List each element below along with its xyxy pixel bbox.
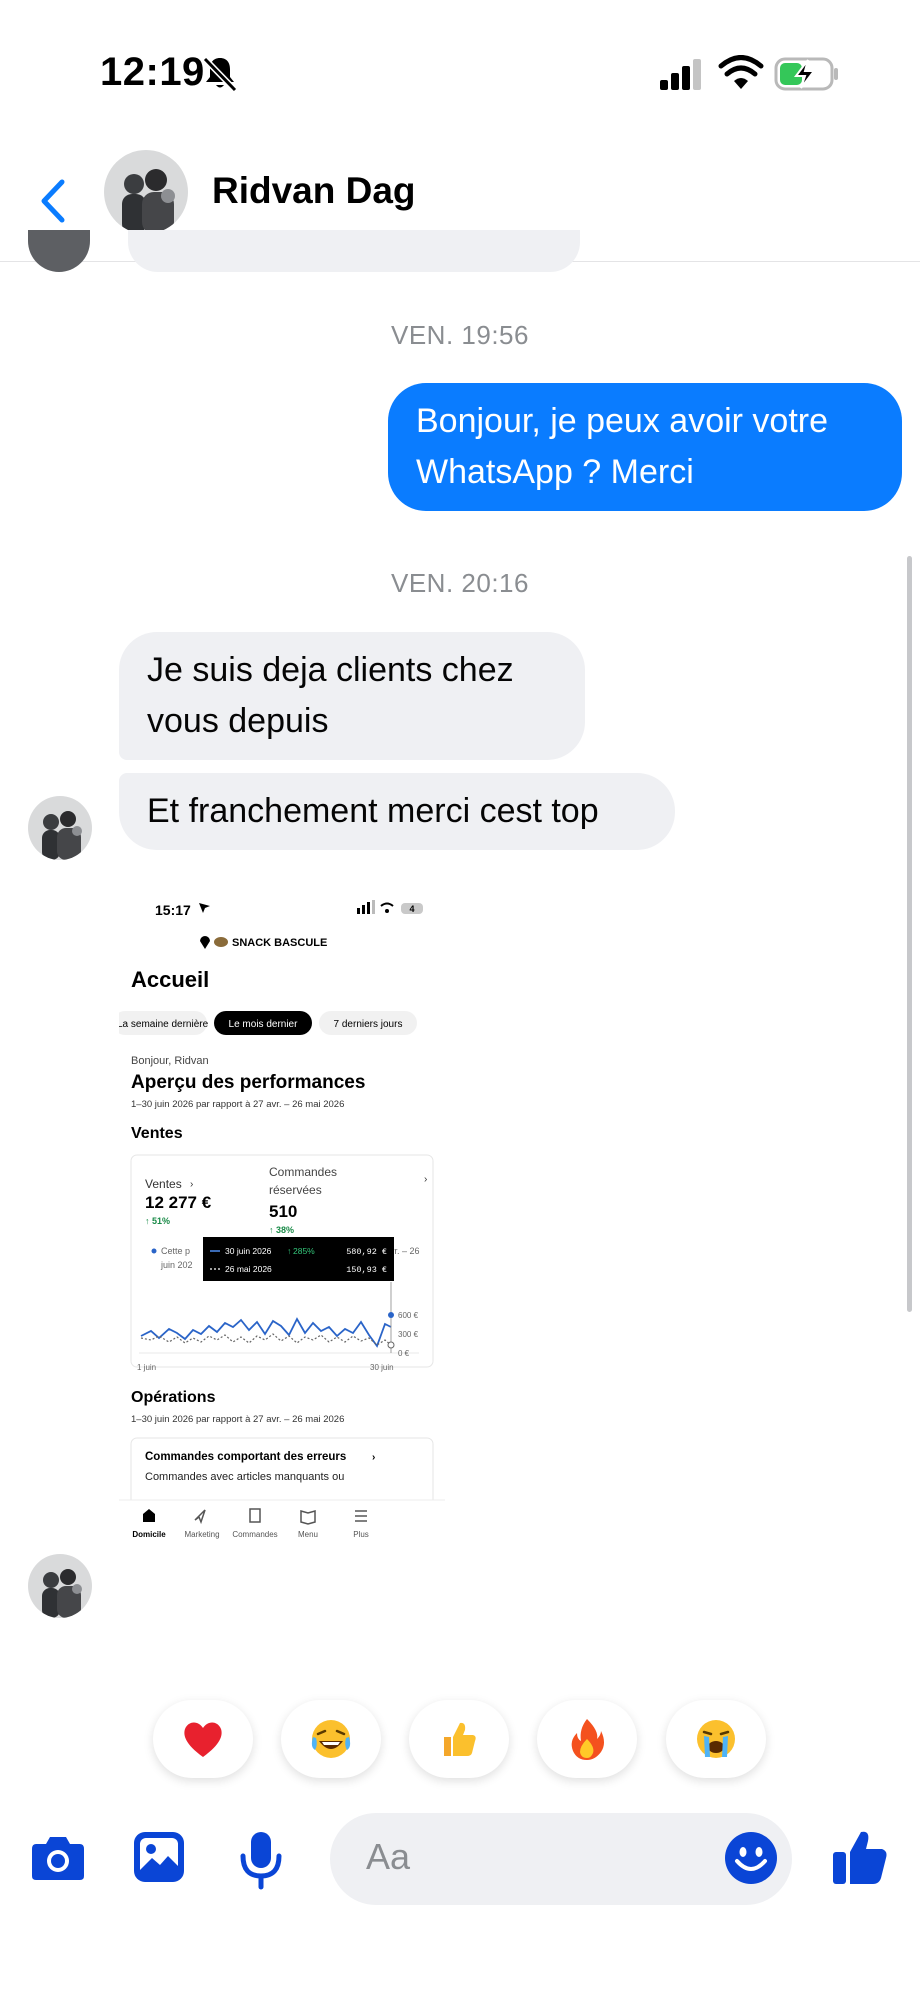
microphone-icon[interactable] [238, 1830, 284, 1890]
kpi-orders-value: 510 [269, 1202, 297, 1221]
svg-text:›: › [424, 1174, 427, 1185]
kpi-orders-label: Commandes [269, 1165, 337, 1179]
bell-muted-icon [202, 56, 238, 93]
svg-text:›: › [372, 1452, 375, 1463]
svg-text:Domicile: Domicile [132, 1530, 166, 1539]
kpi-orders-delta: 38% [276, 1225, 294, 1235]
filter-chip: 7 derniers jours [334, 1019, 403, 1030]
operations-heading: Opérations [131, 1389, 216, 1406]
message-timestamp: VEN. 19:56 [391, 320, 529, 350]
svg-text:Commandes: Commandes [232, 1530, 277, 1539]
gallery-icon[interactable] [132, 1830, 186, 1884]
svg-text:↑: ↑ [145, 1216, 150, 1226]
period-text: 1–30 juin 2026 par rapport à 27 avr. – 2… [131, 1099, 344, 1110]
ops-card-title: Commandes comportant des erreurs [145, 1451, 346, 1463]
svg-text:0 €: 0 € [398, 1349, 410, 1358]
heart-icon [184, 1722, 222, 1757]
emoji-icon[interactable] [724, 1831, 778, 1885]
svg-text:↑: ↑ [269, 1225, 274, 1235]
svg-text:›: › [190, 1179, 193, 1190]
svg-text:150,93 €: 150,93 € [346, 1265, 387, 1275]
scrollbar[interactable] [907, 556, 912, 1312]
svg-text:600 €: 600 € [398, 1311, 419, 1320]
reaction-heart-button[interactable] [153, 1700, 253, 1778]
filter-chip-active: Le mois dernier [229, 1019, 299, 1030]
incoming-message[interactable]: Je suis deja clients chez vous depuis [119, 632, 585, 760]
fire-icon [571, 1719, 604, 1760]
image-title: Accueil [131, 967, 209, 992]
greeting: Bonjour, Ridvan [131, 1055, 209, 1067]
sender-avatar[interactable] [28, 796, 92, 860]
svg-text:Cette p: Cette p [161, 1246, 190, 1256]
outgoing-message[interactable]: Bonjour, je peux avoir votre WhatsApp ? … [388, 383, 902, 511]
svg-text:juin 202: juin 202 [160, 1260, 193, 1270]
contact-name[interactable]: Ridvan Dag [212, 170, 416, 212]
sender-avatar[interactable] [28, 1554, 92, 1618]
svg-text:Plus: Plus [353, 1530, 369, 1539]
incoming-message[interactable]: Et franchement merci cest top [119, 773, 675, 850]
cell-signal-icon [660, 59, 701, 90]
svg-text:30 juin 2026: 30 juin 2026 [225, 1246, 272, 1256]
svg-text:30 juin: 30 juin [370, 1363, 394, 1372]
svg-text:Commandes avec articles manqua: Commandes avec articles manquants ou [145, 1471, 344, 1483]
svg-text:285%: 285% [293, 1246, 315, 1256]
back-chevron-icon[interactable] [36, 176, 70, 226]
laughing-face-icon [311, 1720, 351, 1758]
svg-text:580,92 €: 580,92 € [346, 1247, 387, 1257]
camera-icon[interactable] [30, 1832, 86, 1884]
sales-heading: Ventes [131, 1125, 183, 1142]
kpi-sales-value: 12 277 € [145, 1193, 212, 1212]
partial-message-bubble [128, 230, 580, 272]
reaction-laugh-button[interactable] [281, 1700, 381, 1778]
reaction-crying-button[interactable] [666, 1700, 766, 1778]
status-time: 12:19 [100, 50, 205, 94]
image-battery: 4 [409, 904, 414, 914]
shared-screenshot-image[interactable]: 15:17 4 SNACK BASCULE Accueil La semaine… [119, 890, 445, 1598]
kpi-orders-label: réservées [269, 1183, 322, 1197]
thumbs-up-emoji-icon [444, 1722, 476, 1756]
store-name: SNACK BASCULE [232, 937, 327, 949]
svg-text:300 €: 300 € [398, 1330, 419, 1339]
kpi-sales-label: Ventes [145, 1177, 182, 1191]
reaction-fire-button[interactable] [537, 1700, 637, 1778]
image-status-time: 15:17 [155, 902, 191, 918]
crying-face-icon [697, 1720, 735, 1758]
svg-text:vr. – 26: vr. – 26 [390, 1246, 420, 1256]
overview-title: Aperçu des performances [131, 1072, 365, 1093]
partial-avatar [28, 230, 90, 272]
svg-text:26 mai 2026: 26 mai 2026 [225, 1264, 272, 1274]
reaction-thumbs-up-button[interactable] [409, 1700, 509, 1778]
kpi-sales-delta: 51% [152, 1216, 170, 1226]
message-input-placeholder[interactable]: Aa [366, 1836, 410, 1878]
svg-text:Menu: Menu [298, 1530, 318, 1539]
like-thumb-icon[interactable] [830, 1828, 890, 1886]
svg-text:↑: ↑ [287, 1246, 291, 1256]
contact-avatar[interactable] [104, 150, 188, 234]
message-timestamp: VEN. 20:16 [391, 568, 529, 598]
filter-chip: La semaine dernière [119, 1019, 209, 1030]
svg-text:Marketing: Marketing [184, 1530, 219, 1539]
svg-text:1–30 juin 2026 par rapport à 2: 1–30 juin 2026 par rapport à 27 avr. – 2… [131, 1414, 344, 1425]
battery-charging-icon [774, 57, 838, 91]
wifi-icon [718, 55, 764, 89]
store-logo-icon [214, 937, 228, 947]
svg-text:1 juin: 1 juin [137, 1363, 156, 1372]
